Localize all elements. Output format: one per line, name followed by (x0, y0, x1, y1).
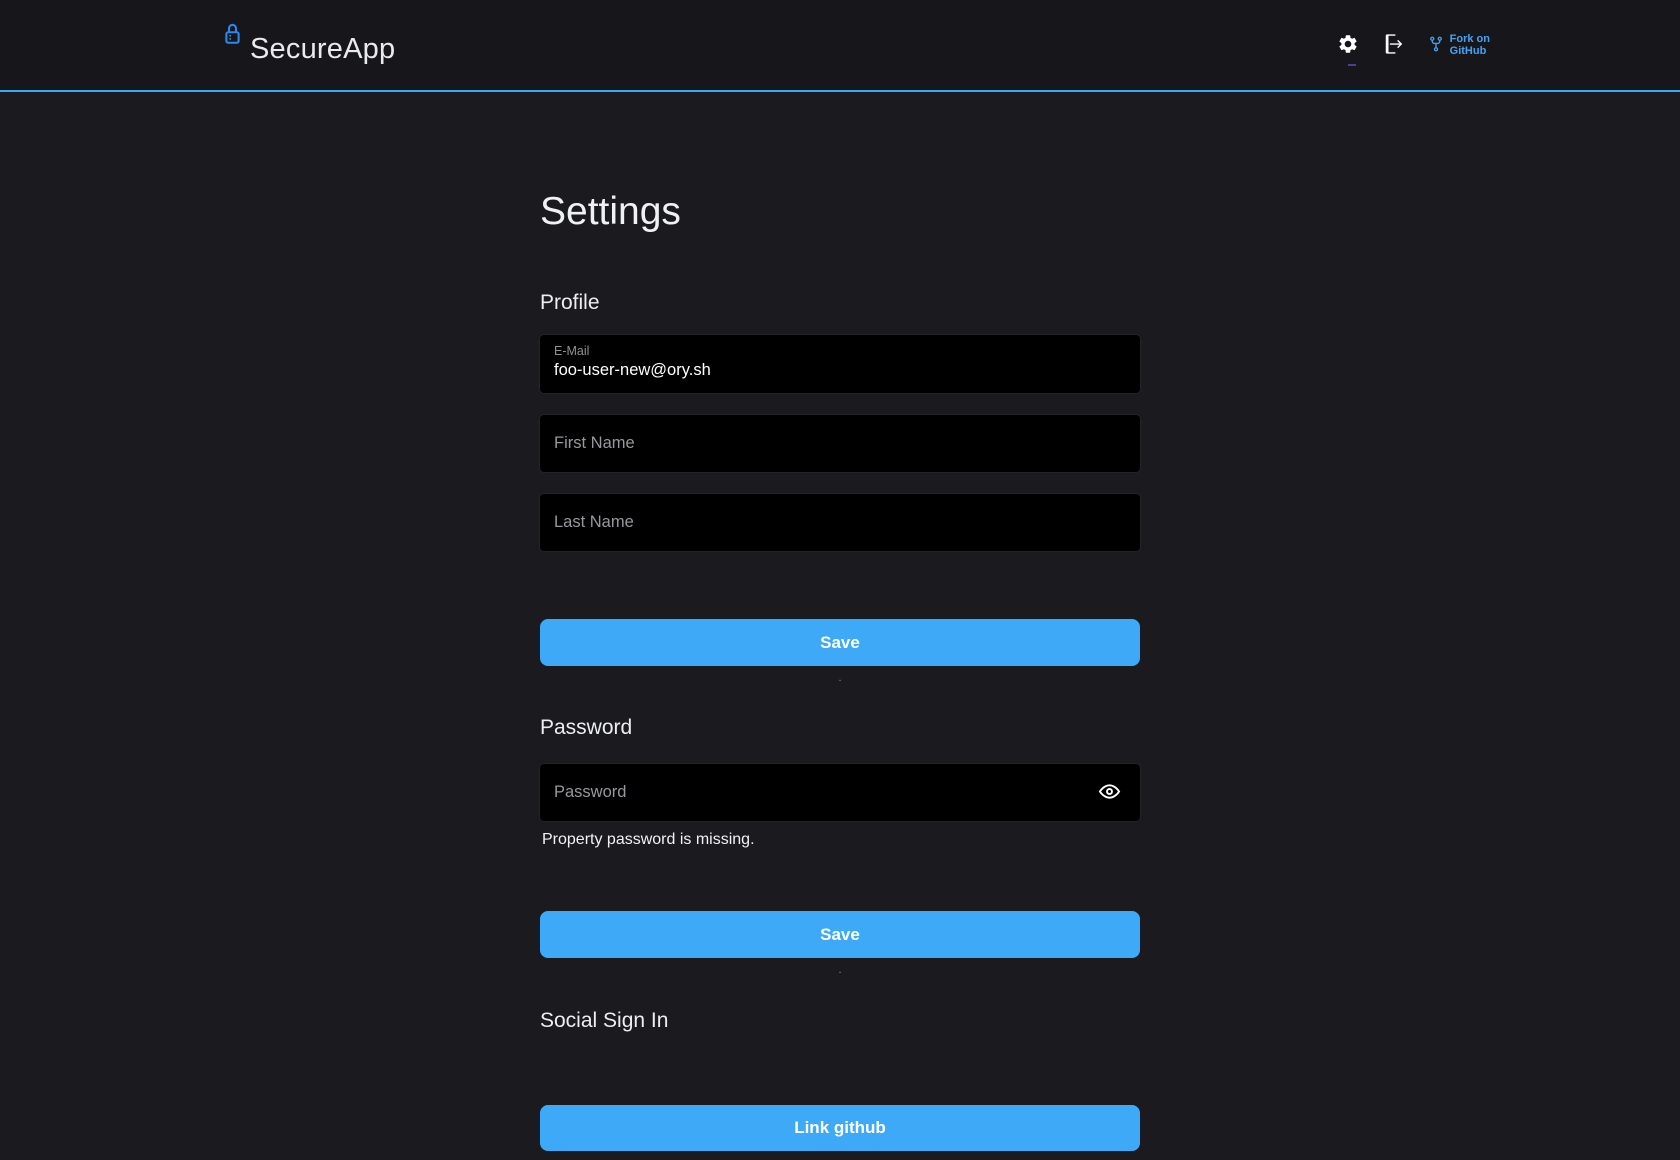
app-header: SecureApp (0, 0, 1680, 92)
profile-section: Profile E-Mail Save . (540, 290, 1140, 684)
email-label: E-Mail (554, 344, 1126, 359)
password-field (540, 764, 1140, 821)
app-title: SecureApp (250, 33, 395, 66)
logout-icon (1383, 33, 1405, 58)
save-profile-button[interactable]: Save (540, 619, 1140, 666)
app-logo: SecureApp (222, 25, 395, 66)
page-title: Settings (540, 189, 1140, 235)
email-input[interactable] (554, 361, 1126, 380)
fork-on-github-link[interactable]: Fork on GitHub (1427, 33, 1490, 58)
eye-icon (1098, 780, 1121, 806)
password-heading: Password (540, 715, 1140, 741)
social-sign-in-heading: Social Sign In (540, 1008, 1140, 1034)
settings-page: Settings Profile E-Mail Save . Password (540, 92, 1140, 1151)
last-name-input[interactable] (540, 494, 1140, 551)
link-github-button[interactable]: Link github (540, 1105, 1140, 1151)
profile-heading: Profile (540, 290, 1140, 316)
profile-form-message: . (540, 672, 1140, 684)
git-fork-icon (1427, 33, 1445, 58)
email-field[interactable]: E-Mail (540, 335, 1140, 393)
logout-button[interactable] (1381, 32, 1407, 58)
password-section: Password Property password is missing. S… (540, 715, 1140, 976)
password-form-message: . (540, 964, 1140, 976)
password-input[interactable] (540, 764, 1140, 821)
social-sign-in-section: Social Sign In Link github (540, 1008, 1140, 1151)
settings-button[interactable] (1335, 32, 1361, 58)
save-password-button[interactable]: Save (540, 911, 1140, 958)
gear-icon (1337, 33, 1359, 58)
first-name-input[interactable] (540, 415, 1140, 472)
header-actions: Fork on GitHub (1335, 32, 1490, 58)
show-password-button[interactable] (1096, 780, 1122, 806)
fork-link-text: Fork on GitHub (1450, 33, 1490, 57)
lock-icon (222, 21, 243, 52)
gear-underline-indicator (1348, 64, 1356, 66)
password-error-message: Property password is missing. (540, 830, 1140, 850)
